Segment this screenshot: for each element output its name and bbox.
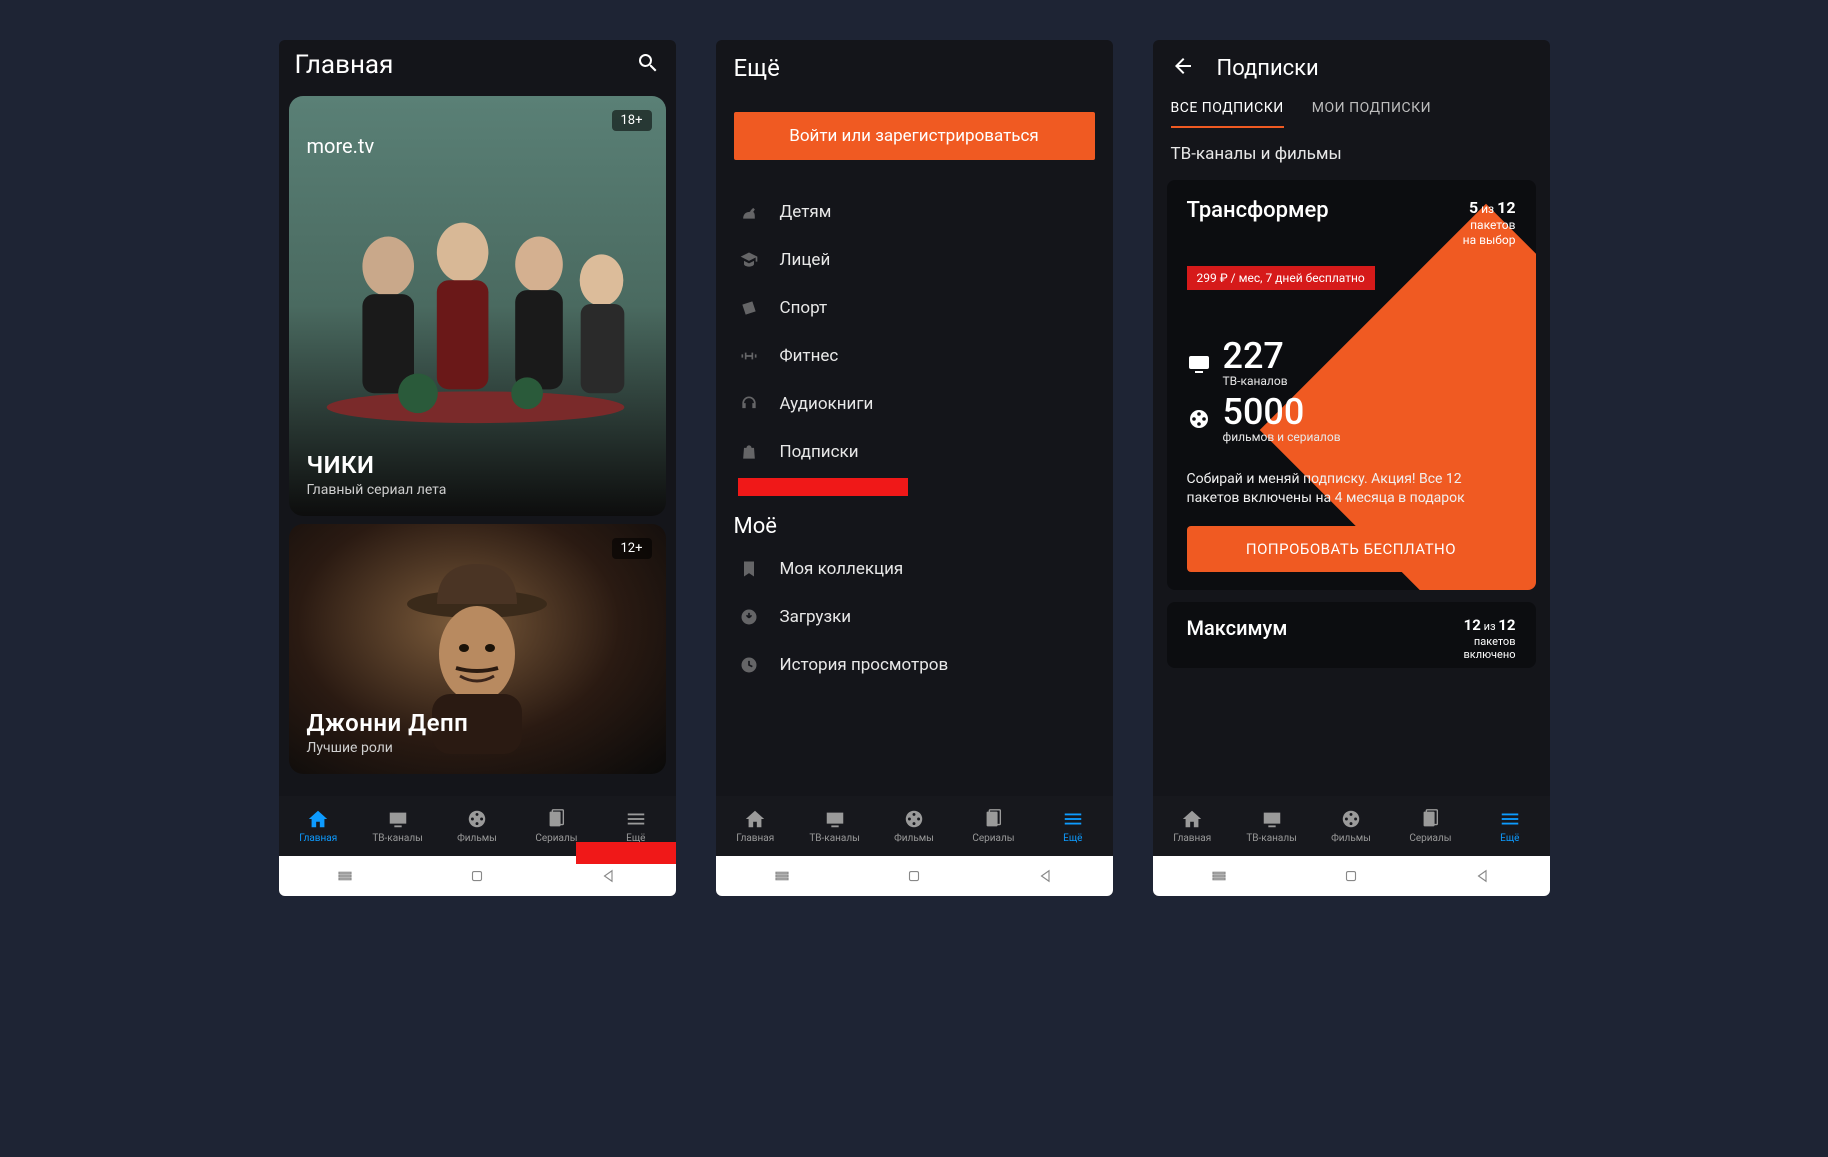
plan-count: 12 из 12 пакетоввключено	[1463, 616, 1515, 662]
login-button[interactable]: Войти или зарегистрироваться	[734, 112, 1095, 160]
plan-description: Собирай и меняй подписку. Акция! Все 12 …	[1187, 470, 1516, 508]
page-title: Подписки	[1217, 56, 1319, 81]
ticket-icon	[738, 298, 760, 318]
featured-card-1[interactable]: more.tv 18+ ЧИКИ Главный сериал лета	[289, 96, 666, 516]
android-nav-bar	[1153, 856, 1550, 896]
card-title: Джонни Депп	[307, 709, 469, 737]
age-badge: 12+	[612, 538, 652, 559]
try-free-button[interactable]: ПОПРОБОВАТЬ БЕСПЛАТНО	[1187, 526, 1516, 572]
nav-home[interactable]: Главная	[279, 796, 358, 856]
android-nav-bar	[716, 856, 1113, 896]
tab-mine[interactable]: МОИ ПОДПИСКИ	[1312, 100, 1431, 128]
tv-icon	[1187, 351, 1211, 375]
page-title: Ещё	[716, 40, 1113, 92]
home-header: Главная	[279, 40, 676, 88]
nav-series[interactable]: Сериалы	[1391, 796, 1470, 856]
plan-card-maximum[interactable]: Максимум 12 из 12 пакетоввключено	[1167, 602, 1536, 668]
headphones-icon	[738, 394, 760, 414]
menu-downloads[interactable]: Загрузки	[716, 593, 1113, 641]
plan-name: Максимум	[1187, 616, 1288, 640]
nav-movies[interactable]: Фильмы	[437, 796, 516, 856]
plan-card-transformer[interactable]: Трансформер 5 из 12 пакетовна выбор 299 …	[1167, 180, 1536, 590]
nav-tv[interactable]: ТВ-каналы	[795, 796, 874, 856]
clock-icon	[738, 655, 760, 675]
menu-subscriptions[interactable]: Подписки	[716, 428, 1113, 476]
card-caption: Джонни Депп Лучшие роли	[307, 709, 469, 756]
nav-tv[interactable]: ТВ-каналы	[358, 796, 437, 856]
card-subtitle: Главный сериал лета	[307, 482, 447, 498]
nav-home[interactable]: Главная	[1153, 796, 1232, 856]
menu-audiobooks[interactable]: Аудиокниги	[716, 380, 1113, 428]
menu-sport[interactable]: Спорт	[716, 284, 1113, 332]
bookmark-icon	[738, 559, 760, 579]
subs-header: Подписки	[1153, 40, 1550, 90]
featured-card-2[interactable]: 12+ Джонни Депп Лучшие роли	[289, 524, 666, 774]
card-caption: ЧИКИ Главный сериал лета	[307, 451, 447, 498]
bottom-nav: Главная ТВ-каналы Фильмы Сериалы Ещё	[716, 796, 1113, 856]
subs-section-title: ТВ-каналы и фильмы	[1153, 128, 1550, 172]
nav-more[interactable]: Ещё	[1470, 796, 1549, 856]
tabs: ВСЕ ПОДПИСКИ МОИ ПОДПИСКИ	[1153, 90, 1550, 128]
nav-tv[interactable]: ТВ-каналы	[1232, 796, 1311, 856]
graduation-icon	[738, 250, 760, 270]
menu-kids[interactable]: Детям	[716, 188, 1113, 236]
stat-movies: 5000фильмов и сериалов	[1187, 394, 1516, 444]
reel-icon	[1187, 407, 1211, 431]
menu-collection[interactable]: Моя коллекция	[716, 545, 1113, 593]
menu-lyceum[interactable]: Лицей	[716, 236, 1113, 284]
brand-label: more.tv	[307, 134, 375, 158]
plan-count: 5 из 12 пакетовна выбор	[1463, 198, 1516, 248]
menu-fitness[interactable]: Фитнес	[716, 332, 1113, 380]
nav-movies[interactable]: Фильмы	[874, 796, 953, 856]
card-title: ЧИКИ	[307, 451, 447, 479]
nav-home[interactable]: Главная	[716, 796, 795, 856]
tab-all[interactable]: ВСЕ ПОДПИСКИ	[1171, 100, 1284, 128]
screen-subscriptions: Подписки ВСЕ ПОДПИСКИ МОИ ПОДПИСКИ ТВ-ка…	[1153, 40, 1550, 896]
price-badge: 299 ₽ / мес, 7 дней бесплатно	[1187, 266, 1375, 290]
screen-home: Главная more.tv 18+ ЧИКИ Главны	[279, 40, 676, 896]
back-icon[interactable]	[1171, 54, 1195, 82]
dumbbell-icon	[738, 346, 760, 366]
page-title: Главная	[295, 50, 394, 80]
nav-more[interactable]: Ещё	[1033, 796, 1112, 856]
screen-more: Ещё Войти или зарегистрироваться Детям Л…	[716, 40, 1113, 896]
section-mine: Моё	[716, 504, 1113, 545]
nav-series[interactable]: Сериалы	[954, 796, 1033, 856]
redaction	[738, 478, 908, 496]
nav-movies[interactable]: Фильмы	[1311, 796, 1390, 856]
age-badge: 18+	[612, 110, 652, 131]
download-icon	[738, 607, 760, 627]
card-subtitle: Лучшие роли	[307, 740, 469, 756]
bottom-nav: Главная ТВ-каналы Фильмы Сериалы Ещё	[1153, 796, 1550, 856]
redaction	[576, 842, 676, 864]
bag-icon	[738, 442, 760, 462]
plan-name: Трансформер	[1187, 198, 1329, 223]
search-icon[interactable]	[636, 51, 660, 79]
horse-icon	[738, 202, 760, 222]
menu-history[interactable]: История просмотров	[716, 641, 1113, 689]
stat-channels: 227ТВ-каналов	[1187, 338, 1516, 388]
poster-art	[289, 176, 666, 436]
